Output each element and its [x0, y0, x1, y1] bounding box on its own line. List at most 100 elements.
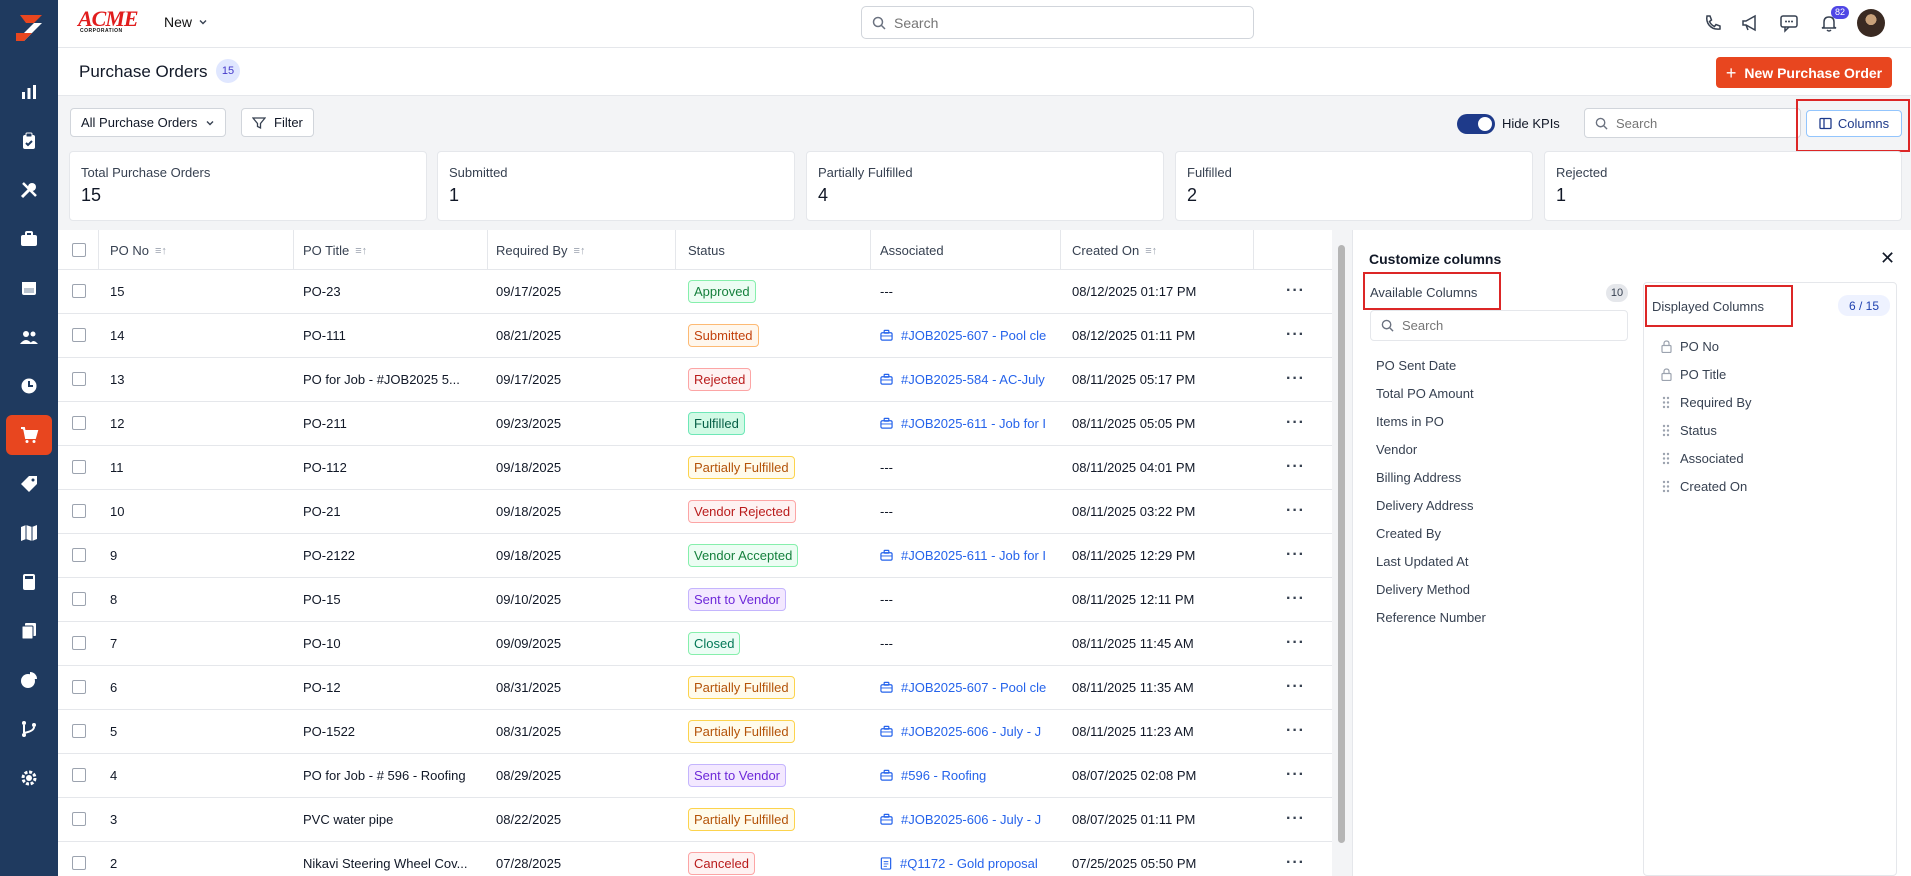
sidebar-item-documents[interactable] — [6, 611, 52, 651]
drag-handle-icon[interactable] — [1660, 396, 1672, 409]
table-row[interactable]: 13 PO for Job - #JOB2025 5... 09/17/2025 Re… — [58, 358, 1332, 402]
po-title-cell[interactable]: PO-111 — [303, 328, 481, 343]
drag-handle-icon[interactable] — [1660, 452, 1672, 465]
row-checkbox[interactable] — [72, 680, 86, 694]
row-actions-icon[interactable]: ··· — [1286, 414, 1305, 432]
columns-button[interactable]: Columns — [1806, 110, 1902, 137]
row-actions-icon[interactable]: ··· — [1286, 766, 1305, 784]
kpi-card[interactable]: Total Purchase Orders 15 — [69, 151, 427, 221]
sidebar-item-settings[interactable] — [6, 758, 52, 798]
global-search-input[interactable] — [894, 14, 1234, 31]
sidebar-item-tools[interactable] — [6, 170, 52, 210]
column-header-associated[interactable]: Associated — [880, 243, 944, 258]
available-column-item[interactable]: PO Sent Date — [1376, 358, 1456, 373]
table-row[interactable]: 12 PO-211 09/23/2025 Fulfilled #JOB2025-611 … — [58, 402, 1332, 446]
sidebar-item-timesheets[interactable] — [6, 366, 52, 406]
po-title-cell[interactable]: PO-15 — [303, 592, 481, 607]
close-icon[interactable]: ✕ — [1880, 248, 1895, 269]
sidebar-item-calendar[interactable] — [6, 268, 52, 308]
row-checkbox[interactable] — [72, 372, 86, 386]
kpi-card[interactable]: Partially Fulfilled 4 — [806, 151, 1164, 221]
row-checkbox[interactable] — [72, 768, 86, 782]
column-header-po-title[interactable]: PO Title ≡↑ — [303, 243, 367, 258]
associated-cell[interactable]: #JOB2025-584 - AC-July — [880, 372, 1050, 387]
new-dropdown[interactable]: New — [164, 14, 208, 30]
row-checkbox[interactable] — [72, 284, 86, 298]
phone-icon[interactable] — [1701, 11, 1725, 35]
associated-cell[interactable]: #JOB2025-611 - Job for I — [880, 548, 1050, 563]
row-checkbox[interactable] — [72, 548, 86, 562]
table-scrollbar[interactable] — [1336, 230, 1348, 876]
row-checkbox[interactable] — [72, 328, 86, 342]
displayed-column-item[interactable]: Status — [1660, 423, 1717, 438]
filter-button[interactable]: Filter — [241, 108, 314, 137]
displayed-column-item[interactable]: Associated — [1660, 451, 1744, 466]
row-checkbox[interactable] — [72, 856, 86, 870]
po-title-cell[interactable]: PO-112 — [303, 460, 481, 475]
po-title-cell[interactable]: Nikavi Steering Wheel Cov... — [303, 856, 481, 871]
table-row[interactable]: 4 PO for Job - # 596 - Roofing 08/29/2025 S… — [58, 754, 1332, 798]
po-title-cell[interactable]: PO-21 — [303, 504, 481, 519]
table-row[interactable]: 6 PO-12 08/31/2025 Partially Fulfilled #JOB2… — [58, 666, 1332, 710]
new-purchase-order-button[interactable]: + New Purchase Order — [1716, 57, 1892, 88]
sidebar-item-workflows[interactable] — [6, 709, 52, 749]
row-checkbox[interactable] — [72, 812, 86, 826]
scrollbar-thumb[interactable] — [1338, 245, 1345, 843]
table-row[interactable]: 11 PO-112 09/18/2025 Partially Fulfilled ---… — [58, 446, 1332, 490]
available-columns-search[interactable] — [1370, 310, 1628, 341]
row-checkbox[interactable] — [72, 724, 86, 738]
available-column-item[interactable]: Created By — [1376, 526, 1441, 541]
row-actions-icon[interactable]: ··· — [1286, 678, 1305, 696]
available-column-item[interactable]: Billing Address — [1376, 470, 1461, 485]
row-checkbox[interactable] — [72, 592, 86, 606]
associated-cell[interactable]: #Q1172 - Gold proposal — [880, 856, 1050, 871]
column-header-required-by[interactable]: Required By ≡↑ — [496, 243, 585, 258]
select-all-checkbox[interactable] — [72, 243, 86, 257]
po-title-cell[interactable]: PO-10 — [303, 636, 481, 651]
kpi-card[interactable]: Submitted 1 — [437, 151, 795, 221]
associated-cell[interactable]: #JOB2025-611 - Job for I — [880, 416, 1050, 431]
sidebar-item-analytics[interactable] — [6, 660, 52, 700]
sidebar-item-invoices[interactable] — [6, 562, 52, 602]
po-title-cell[interactable]: PVC water pipe — [303, 812, 481, 827]
row-actions-icon[interactable]: ··· — [1286, 282, 1305, 300]
available-column-item[interactable]: Last Updated At — [1376, 554, 1469, 569]
row-checkbox[interactable] — [72, 460, 86, 474]
row-checkbox[interactable] — [72, 504, 86, 518]
chat-icon[interactable] — [1777, 11, 1801, 35]
sidebar-item-customers[interactable] — [6, 317, 52, 357]
hide-kpis-toggle[interactable] — [1457, 114, 1495, 134]
table-row[interactable]: 15 PO-23 09/17/2025 Approved --- 08/12/2025 0… — [58, 270, 1332, 314]
sidebar-item-map[interactable] — [6, 513, 52, 553]
row-actions-icon[interactable]: ··· — [1286, 810, 1305, 828]
available-columns-search-input[interactable] — [1402, 318, 1602, 333]
displayed-column-item[interactable]: PO Title — [1660, 367, 1726, 382]
row-actions-icon[interactable]: ··· — [1286, 590, 1305, 608]
kpi-card[interactable]: Fulfilled 2 — [1175, 151, 1533, 221]
available-column-item[interactable]: Vendor — [1376, 442, 1417, 457]
po-title-cell[interactable]: PO-211 — [303, 416, 481, 431]
po-title-cell[interactable]: PO for Job - #JOB2025 5... — [303, 372, 481, 387]
available-column-item[interactable]: Delivery Address — [1376, 498, 1474, 513]
drag-handle-icon[interactable] — [1660, 480, 1672, 493]
displayed-column-item[interactable]: Required By — [1660, 395, 1752, 410]
associated-cell[interactable]: #JOB2025-607 - Pool cle — [880, 680, 1050, 695]
column-header-po-no[interactable]: PO No ≡↑ — [110, 243, 167, 258]
column-header-status[interactable]: Status — [688, 243, 725, 258]
view-selector-dropdown[interactable]: All Purchase Orders — [70, 108, 227, 137]
megaphone-icon[interactable] — [1738, 11, 1762, 35]
row-actions-icon[interactable]: ··· — [1286, 370, 1305, 388]
kpi-card[interactable]: Rejected 1 — [1544, 151, 1902, 221]
table-row[interactable]: 9 PO-2122 09/18/2025 Vendor Accepted #JOB202… — [58, 534, 1332, 578]
po-title-cell[interactable]: PO for Job - # 596 - Roofing — [303, 768, 481, 783]
table-row[interactable]: 2 Nikavi Steering Wheel Cov... 07/28/2025 C… — [58, 842, 1332, 876]
po-title-cell[interactable]: PO-1522 — [303, 724, 481, 739]
available-column-item[interactable]: Delivery Method — [1376, 582, 1470, 597]
associated-cell[interactable]: #596 - Roofing — [880, 768, 1050, 783]
associated-cell[interactable]: #JOB2025-606 - July - J — [880, 812, 1050, 827]
sidebar-item-pricebook[interactable] — [6, 464, 52, 504]
row-actions-icon[interactable]: ··· — [1286, 634, 1305, 652]
row-actions-icon[interactable]: ··· — [1286, 546, 1305, 564]
available-column-item[interactable]: Total PO Amount — [1376, 386, 1474, 401]
table-row[interactable]: 10 PO-21 09/18/2025 Vendor Rejected --- 08/11… — [58, 490, 1332, 534]
